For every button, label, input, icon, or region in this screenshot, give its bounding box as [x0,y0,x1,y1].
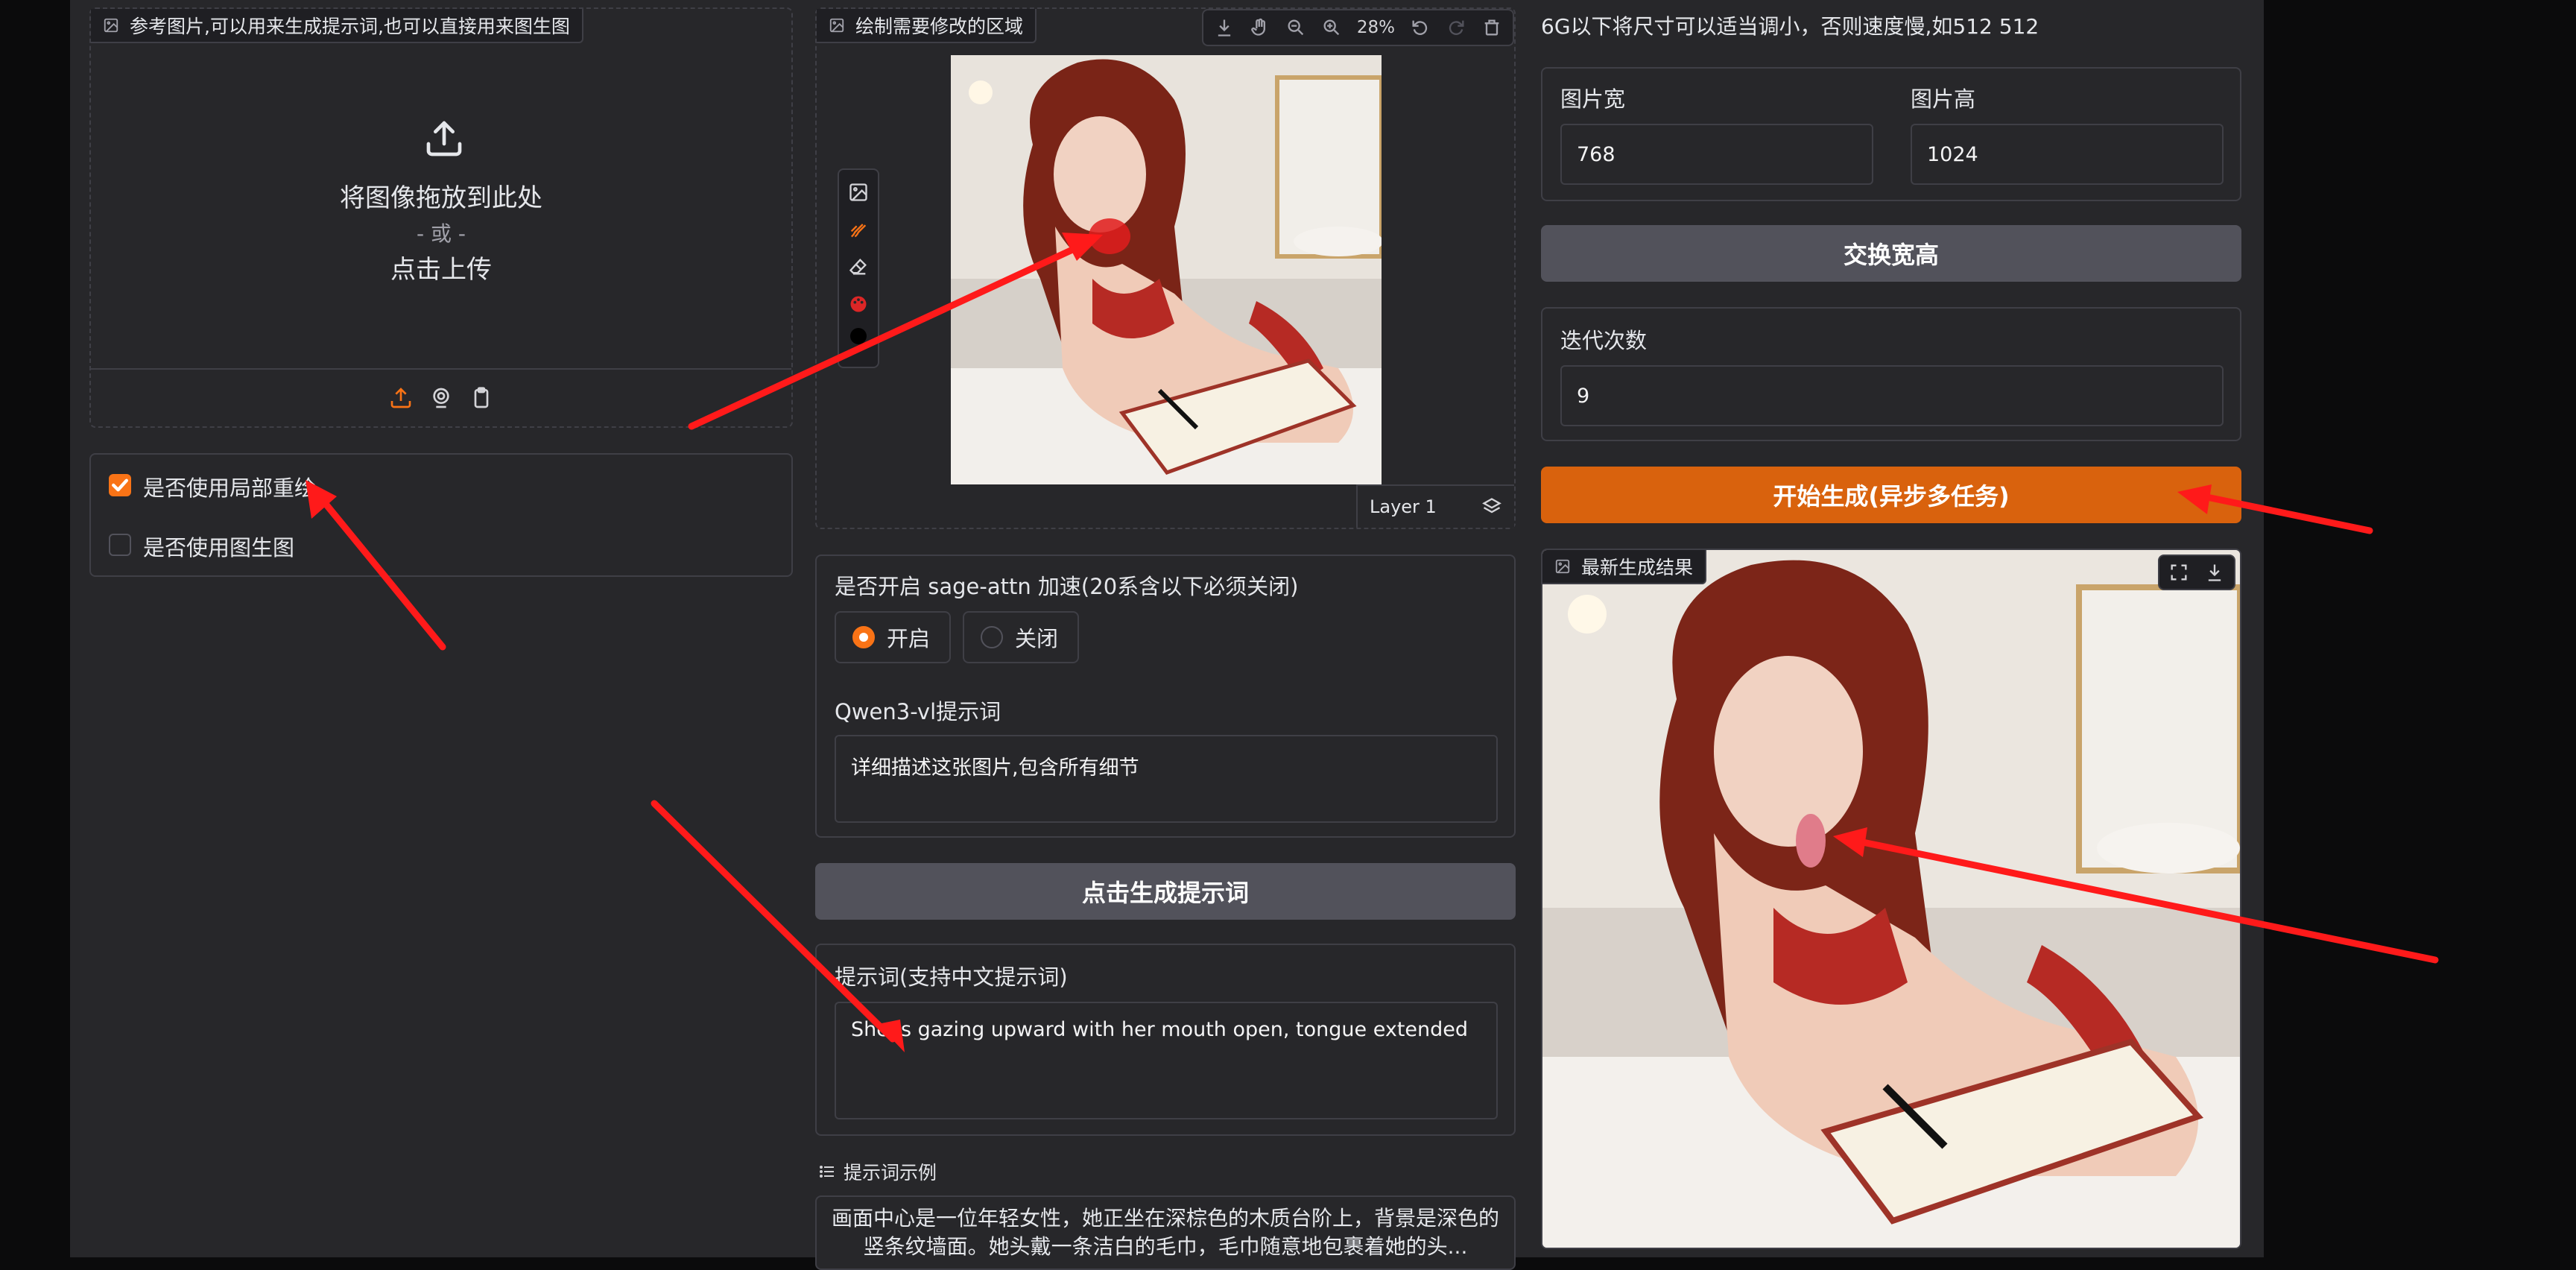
check-icon [112,478,128,492]
sage-attn-off-label: 关闭 [1015,626,1059,651]
click-upload-text: 点击上传 [390,255,492,285]
or-text: - 或 - [416,221,466,246]
examples-header[interactable]: 提示词示例 [818,1158,937,1185]
color-palette-icon[interactable] [842,288,875,320]
result-label: 最新生成结果 [1581,557,1694,578]
result-image [1542,550,2240,1248]
reference-image-label-tag: 参考图片,可以用来生成提示词,也可以直接用来图生图 [91,9,583,43]
prompt-input[interactable]: She is gazing upward with her mouth open… [835,1002,1498,1119]
generate-prompt-button[interactable]: 点击生成提示词 [815,863,1516,920]
mask-editor-label-tag: 绘制需要修改的区域 [817,9,1037,43]
width-label: 图片宽 [1560,86,1626,112]
height-input[interactable]: 1024 [1911,124,2224,185]
reference-image-label: 参考图片,可以用来生成提示词,也可以直接用来图生图 [130,16,570,37]
editor-top-toolbar: 28% [1201,9,1514,46]
start-generate-button[interactable]: 开始生成(异步多任务) [1541,467,2241,523]
zoom-out-icon[interactable] [1279,11,1312,44]
inpaint-label: 是否使用局部重绘 [143,476,317,501]
radio-off-dot [981,626,1003,648]
qwen-label: Qwen3-vl提示词 [835,699,1001,724]
source-photo [951,55,1382,484]
result-image-panel: 最新生成结果 [1541,549,2241,1249]
eraser-tool-icon[interactable] [842,250,875,283]
inpaint-checkbox[interactable] [109,474,131,496]
undo-icon[interactable] [1404,11,1437,44]
sage-attn-off-option[interactable]: 关闭 [963,611,1079,663]
layer-selector[interactable]: Layer 1 [1356,484,1514,528]
radio-on-dot [852,626,875,648]
layers-icon [1482,498,1501,514]
drop-text: 将图像拖放到此处 [340,183,542,213]
result-download-icon[interactable] [2198,556,2231,589]
prompt-label: 提示词(支持中文提示词) [835,964,1068,990]
webcam-icon[interactable] [429,386,453,410]
example-prompt-card[interactable]: 画面中心是一位年轻女性，她正坐在深棕色的木质台阶上，背景是深色的竖条纹墙面。她头… [815,1195,1516,1270]
image-tool-icon[interactable] [842,176,875,209]
pan-hand-icon[interactable] [1244,11,1276,44]
brush-tool-icon[interactable] [842,213,875,246]
reference-image-upload[interactable]: 参考图片,可以用来生成提示词,也可以直接用来图生图 将图像拖放到此处 - 或 -… [89,7,793,428]
upload-icon [426,121,462,157]
qwen-prompt-input[interactable]: 详细描述这张图片,包含所有细节 [835,735,1498,823]
image-icon [104,18,118,33]
zoom-in-icon[interactable] [1315,11,1348,44]
result-toolbar [2158,555,2235,590]
clipboard-icon[interactable] [469,386,493,410]
trash-icon[interactable] [1475,11,1508,44]
upload-file-icon[interactable] [389,386,413,410]
redo-icon[interactable] [1440,11,1472,44]
sage-attn-on-label: 开启 [887,626,931,651]
sage-attn-on-option[interactable]: 开启 [835,611,951,663]
prompt-panel: 提示词(支持中文提示词) She is gazing upward with h… [815,944,1516,1136]
img2img-label: 是否使用图生图 [143,535,295,560]
result-photo [1542,550,2240,1248]
fullscreen-icon[interactable] [2162,556,2195,589]
size-hint: 6G以下将尺寸可以适当调小，否则速度慢,如512 512 [1541,14,2039,39]
sage-attn-label: 是否开启 sage-attn 加速(20系含以下必须关闭) [835,574,1299,599]
img2img-checkbox[interactable] [109,534,131,556]
editor-side-toolbar [838,168,879,368]
image-icon [829,18,844,33]
mask-canvas-image[interactable] [951,55,1382,484]
brush-color-swatch[interactable] [850,328,867,344]
app-window: 参考图片,可以用来生成提示词,也可以直接用来图生图 将图像拖放到此处 - 或 -… [70,0,2264,1270]
steps-label: 迭代次数 [1560,328,1648,353]
layer-name: Layer 1 [1370,496,1437,517]
result-label-tag: 最新生成结果 [1542,550,1707,584]
upload-source-icons [91,386,791,410]
prompt-settings-panel: 是否开启 sage-attn 加速(20系含以下必须关闭) 开启 关闭 Qwen… [815,555,1516,838]
example-prompt-text: 画面中心是一位年轻女性，她正坐在深棕色的木质台阶上，背景是深色的竖条纹墙面。她头… [832,1206,1500,1259]
swap-size-button[interactable]: 交换宽高 [1541,225,2241,282]
download-icon[interactable] [1208,11,1241,44]
image-icon [1555,559,1570,574]
height-label: 图片高 [1911,86,1976,112]
size-panel: 图片宽 768 图片高 1024 [1541,67,2241,201]
zoom-level: 28% [1356,18,1395,37]
options-panel: 是否使用局部重绘 是否使用图生图 [89,453,793,577]
examples-label: 提示词示例 [844,1162,937,1184]
mask-editor[interactable]: 绘制需要修改的区域 28% Layer 1 [815,7,1516,529]
upload-source-bar [91,368,791,370]
list-icon [820,1166,834,1178]
steps-panel: 迭代次数 9 [1541,307,2241,441]
width-input[interactable]: 768 [1560,124,1873,185]
mask-editor-label: 绘制需要修改的区域 [855,16,1024,37]
steps-input[interactable]: 9 [1560,365,2224,426]
